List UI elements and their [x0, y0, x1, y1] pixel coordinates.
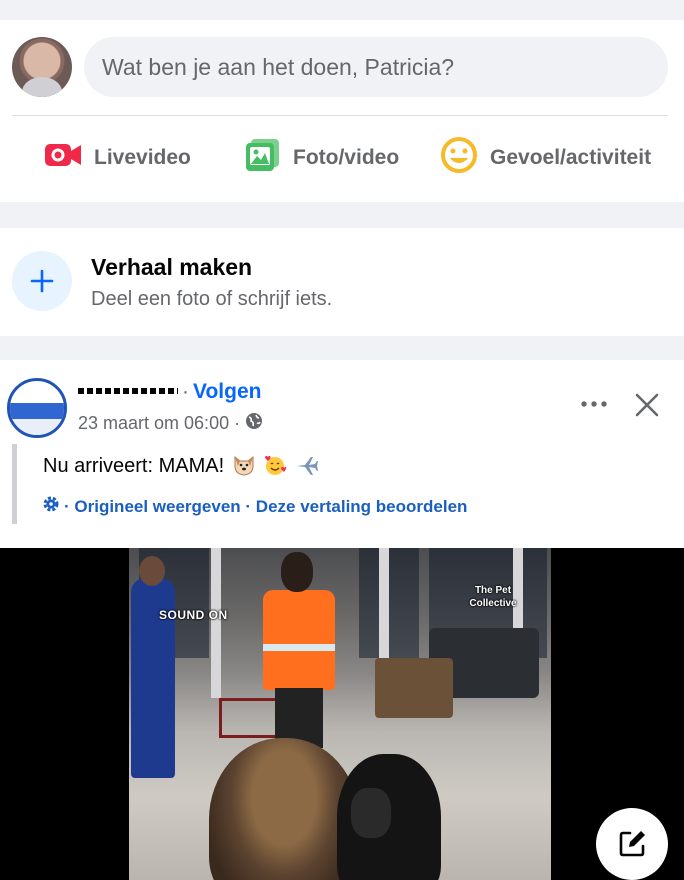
- sound-on-overlay: SOUND ON: [159, 608, 228, 622]
- create-story-title: Verhaal maken: [91, 254, 253, 280]
- live-video-button[interactable]: Livevideo: [44, 138, 191, 178]
- page-avatar[interactable]: [7, 378, 67, 438]
- compose-icon: [619, 831, 645, 857]
- photo-icon: [245, 138, 281, 178]
- create-story-subtitle: Deel een foto of schrijf iets.: [91, 288, 333, 310]
- feeling-activity-button[interactable]: Gevoel/activiteit: [440, 136, 652, 180]
- plus-icon: [12, 251, 72, 311]
- live-video-icon: [44, 141, 82, 175]
- translation-quote-bar: [12, 444, 17, 524]
- post-text: Nu arriveert: MAMA!: [43, 454, 319, 478]
- post-meta: 23 maart om 06:00 ·: [78, 412, 263, 435]
- video-frame: SOUND ON The Pet Collective: [129, 548, 551, 880]
- show-original-link[interactable]: Origineel weergeven: [74, 497, 240, 517]
- translation-links: · Origineel weergeven · Deze vertaling b…: [42, 495, 467, 518]
- create-story-card[interactable]: Verhaal maken Deel een foto of schrijf i…: [0, 228, 684, 336]
- post-header-line: · Volgen: [78, 380, 261, 404]
- globe-icon: [245, 412, 263, 435]
- smiling-face-with-hearts-icon: [263, 454, 287, 476]
- dog-face-icon: [232, 454, 256, 476]
- close-icon: [635, 393, 659, 417]
- more-icon: [581, 401, 607, 407]
- feed-post: · Volgen 23 maart om 06:00 · Nu arriveert…: [0, 360, 684, 880]
- live-video-label: Livevideo: [94, 146, 191, 169]
- feeling-icon: [440, 136, 478, 180]
- user-avatar[interactable]: [12, 37, 72, 97]
- status-input[interactable]: Wat ben je aan het doen, Patricia?: [84, 37, 668, 97]
- airplane-icon: [295, 454, 319, 476]
- hide-post-button[interactable]: [630, 388, 664, 422]
- follow-button[interactable]: Volgen: [193, 380, 261, 403]
- rate-translation-link[interactable]: Deze vertaling beoordelen: [256, 497, 468, 517]
- photo-video-label: Foto/video: [293, 146, 400, 169]
- post-timestamp[interactable]: 23 maart om 06:00: [78, 413, 229, 434]
- new-message-button[interactable]: [596, 808, 668, 880]
- feeling-activity-label: Gevoel/activiteit: [490, 146, 652, 169]
- video-watermark: The Pet Collective: [469, 585, 517, 609]
- post-video[interactable]: SOUND ON The Pet Collective: [0, 548, 684, 880]
- photo-video-button[interactable]: Foto/video: [245, 138, 399, 178]
- post-message: Nu arriveert: MAMA!: [43, 455, 225, 477]
- divider: [12, 115, 668, 116]
- page-name[interactable]: [78, 388, 178, 394]
- more-options-button[interactable]: [578, 392, 610, 416]
- post-composer: Wat ben je aan het doen, Patricia? Livev…: [0, 20, 684, 202]
- translation-gear-icon: [42, 495, 60, 518]
